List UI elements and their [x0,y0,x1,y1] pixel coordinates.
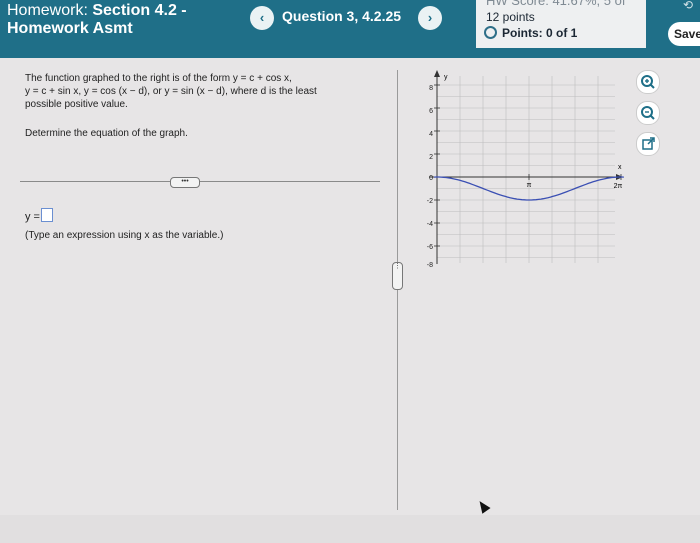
y-tick-label: 6 [429,108,433,115]
title-section: Section 4.2 - [92,2,187,19]
y-tick-label: 4 [429,131,433,138]
prev-question-button[interactable]: ‹ [250,6,274,30]
points-radio-icon [484,26,497,39]
expand-more-button[interactable]: ••• [170,177,200,188]
y-tick-label: 0 [429,175,433,182]
hw-score: HW Score: 41.67%, 5 of [486,0,626,8]
y-axis-arrow-icon [434,70,440,77]
title-prefix: Homework: [7,2,88,19]
pane-divider [397,70,398,510]
answer-input[interactable] [40,208,53,222]
next-question-button[interactable]: › [418,6,442,30]
problem-statement: The function graphed to the right is of … [25,72,385,111]
y-tick-label: -8 [427,262,433,268]
score-points: 12 points [486,10,535,24]
problem-line-3: possible positive value. [25,99,128,110]
points-label: Points: 0 of 1 [502,26,578,40]
question-label: Question 3, 4.2.25 [282,8,402,24]
question-nav: ‹ Question 3, 4.2.25 › [246,4,446,30]
y-tick-label: 2 [429,154,433,161]
section-divider [20,181,380,182]
mouse-cursor-icon [475,498,491,514]
x-tick-pi: π [527,182,532,189]
popout-icon[interactable] [636,132,660,156]
homework-title: Homework: Section 4.2 - Homework Asmt [7,2,187,38]
function-graph: y x 8 6 4 2 0 -2 -4 -6 -8 π 2π [427,70,624,268]
problem-line-2: y = c + sin x, y = cos (x − d), or y = s… [25,86,317,97]
y-tick-label: -2 [427,198,433,205]
x-axis-label: x [618,164,622,171]
y-tick-label: 8 [429,85,433,92]
y-tick-label: -4 [427,221,433,228]
zoom-out-icon[interactable] [636,101,660,125]
save-button[interactable]: Save [668,22,700,46]
answer-note: (Type an expression using x as the varia… [25,230,224,241]
answer-prefix: y = [25,211,40,223]
points-status: Points: 0 of 1 [484,26,577,40]
y-axis-label: y [444,74,448,81]
answer-row: y = [25,208,53,223]
zoom-in-icon[interactable] [636,70,660,94]
y-tick-label: -6 [427,244,433,251]
determine-instruction: Determine the equation of the graph. [25,128,188,139]
problem-line-1: The function graphed to the right is of … [25,73,292,84]
sync-icon: ⟲ [683,0,694,12]
top-header: Homework: Section 4.2 - Homework Asmt ‹ … [0,0,700,58]
graph-grid [437,76,615,263]
pane-resize-handle[interactable]: ⋮ [392,262,403,290]
x-tick-2pi: 2π [614,183,623,190]
bottom-bar [0,515,700,543]
score-panel[interactable]: HW Score: 41.67%, 5 of 12 points Points:… [476,0,646,48]
title-line2: Homework Asmt [7,20,133,37]
